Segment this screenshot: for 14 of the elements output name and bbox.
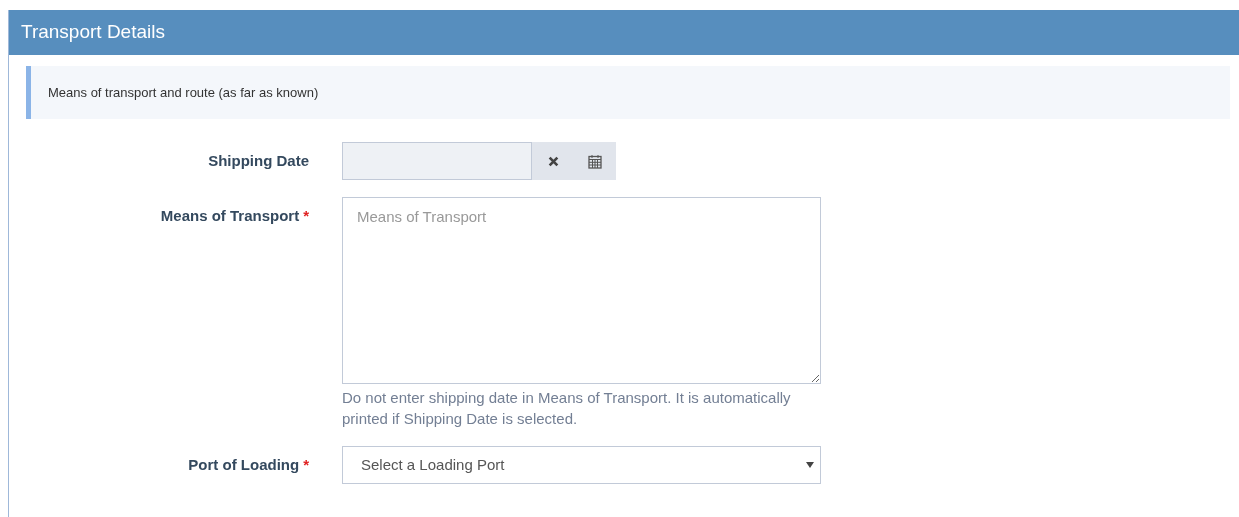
calendar-icon — [588, 153, 602, 169]
info-text: Means of transport and route (as far as known) — [48, 83, 319, 102]
close-icon — [547, 155, 559, 167]
date-field[interactable] — [342, 142, 532, 180]
required-mark: * — [303, 454, 309, 475]
panel-title: Transport Details — [21, 20, 165, 45]
field-label: Port of Loading — [188, 454, 300, 475]
field-label: Shipping Date — [208, 150, 309, 171]
caret-icon — [806, 462, 814, 468]
transport-textarea[interactable]: Means of Transport — [342, 197, 821, 384]
required-mark: * — [303, 206, 309, 226]
field-label: Means of Transport — [160, 206, 300, 226]
port-select[interactable]: Select a Loading Port — [342, 446, 821, 484]
help-text: Do not enter shipping date in Means of Transport. It is automatically printed if Shipping Date is selected. — [342, 388, 792, 429]
